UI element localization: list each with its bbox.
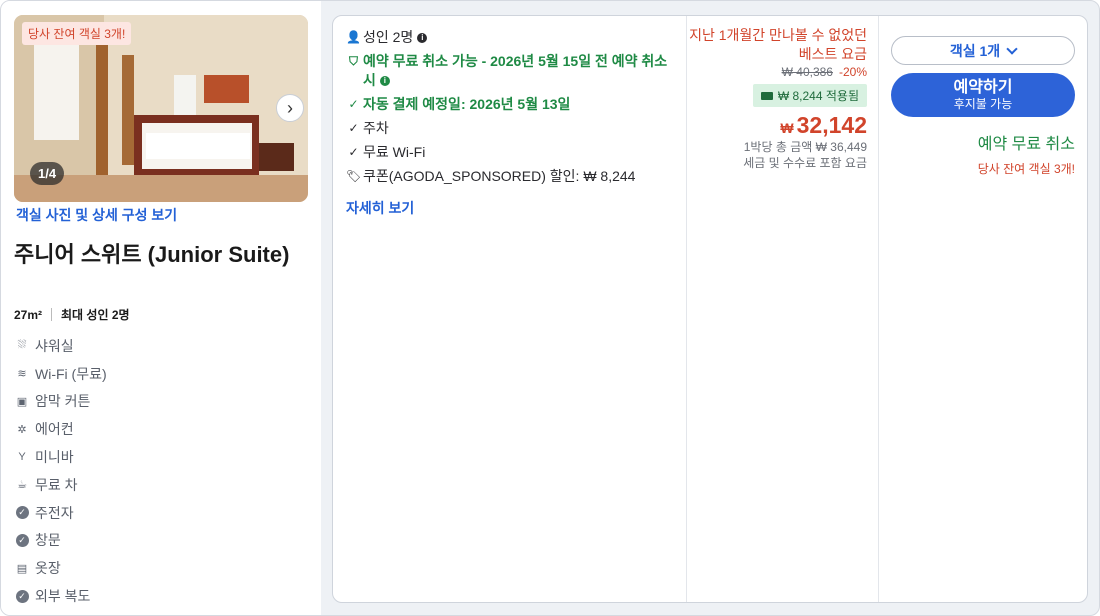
book-button-label: 예약하기 (953, 79, 1013, 96)
coupon-row: 🏷 쿠폰(AGODA_SPONSORED) 할인: ₩ 8,244 (346, 167, 676, 186)
amenity-item: ▤ 옷장 (15, 554, 107, 582)
original-price: ₩ 40,386 (781, 65, 833, 79)
auto-payment-text: 자동 결제 예정일: 2026년 5월 13일 (363, 96, 571, 112)
parking-row: ✓ 주차 (346, 119, 676, 138)
amenity-label: 창문 (35, 532, 61, 549)
amenity-item: ⛆ 샤워실 (15, 332, 107, 360)
amenity-item: ✲ 에어컨 (15, 415, 107, 443)
amenity-label: 무료 차 (35, 476, 78, 493)
column-divider (686, 16, 687, 602)
free-cancel-text: 예약 무료 취소 가능 - 2026년 5월 15일 전 예약 취소 시 (363, 53, 668, 88)
price-currency: ₩ (780, 120, 794, 136)
check-circle-icon: ✓ (15, 506, 29, 520)
check-icon: ✓ (348, 121, 359, 135)
wardrobe-icon: ▤ (16, 562, 28, 575)
air-conditioner-icon: ✲ (17, 423, 27, 436)
amenity-label: 외부 복도 (35, 588, 91, 605)
amenity-item: ▣ 암막 커튼 (15, 388, 107, 416)
room-info-panel: 당사 잔여 객실 3개! › 1/4 객실 사진 및 상세 구성 보기 주니어 … (1, 1, 321, 615)
amenity-item: ✓ 창문 (15, 527, 107, 555)
amenity-label: 암막 커튼 (35, 393, 91, 410)
check-circle-icon: ✓ (15, 533, 29, 547)
wifi-icon: ≋ (17, 368, 27, 381)
offer-card: 👤 성인 2명 i ⛉ 예약 무료 취소 가능 - 2026년 5월 15일 전 … (332, 15, 1088, 603)
more-details-link[interactable]: 자세히 보기 (346, 198, 414, 218)
wifi-row: ✓ 무료 Wi-Fi (346, 143, 676, 162)
check-icon: ✓ (348, 145, 359, 159)
rooms-left-label: 당사 잔여 객실 3개! (977, 162, 1075, 176)
amenity-list: ⛆ 샤워실 ≋ Wi-Fi (무료) ▣ 암막 커튼 ✲ 에어컨 Y 미니바 ☕ 무료 차 … (15, 332, 107, 610)
coupon-text: 쿠폰(AGODA_SPONSORED) 할인: ₩ 8,244 (363, 168, 636, 184)
amenity-label: 미니바 (35, 449, 74, 466)
tea-icon: ☕ (17, 479, 27, 492)
curtain-icon: ▣ (16, 395, 28, 408)
photo-rooms-left-badge: 당사 잔여 객실 3개! (22, 22, 132, 45)
offer-benefits: 👤 성인 2명 i ⛉ 예약 무료 취소 가능 - 2026년 5월 15일 전 … (346, 28, 676, 218)
price-tax-line: 세금 및 수수료 포함 요금 (743, 156, 867, 170)
guests-label: 성인 2명 (363, 29, 414, 45)
amenity-item: ≋ Wi-Fi (무료) (15, 360, 107, 388)
room-size: 27m² (14, 307, 43, 322)
chevron-down-icon (1006, 42, 1018, 55)
best-price-note: 지난 1개월간 만나볼 수 없었던 베스트 요금 (689, 27, 867, 62)
amenity-label: 샤워실 (35, 337, 74, 354)
guests-row: 👤 성인 2명 i (346, 28, 676, 47)
book-button[interactable]: 예약하기 후지불 가능 (891, 73, 1075, 117)
room-count-select[interactable]: 객실 1개 (891, 36, 1075, 65)
discount-percent: -20% (838, 65, 867, 79)
amenity-label: 에어컨 (35, 421, 74, 438)
amenity-item: ✓ 주전자 (15, 499, 107, 527)
wifi-text: 무료 Wi-Fi (363, 144, 426, 160)
price-column: 지난 1개월간 만나볼 수 없었던 베스트 요금 ₩ 40,386 -20% ₩ … (689, 26, 867, 171)
meta-divider (51, 308, 53, 321)
check-icon: ✓ (348, 97, 359, 111)
coupon-applied-text: ₩ 8,244 적용됨 (777, 89, 859, 103)
price-total-line: 1박당 총 금액 ₩ 36,449 (743, 140, 867, 154)
ticket-icon (760, 91, 773, 100)
auto-payment-row: ✓ 자동 결제 예정일: 2026년 5월 13일 (346, 95, 676, 114)
original-price-row: ₩ 40,386 -20% (689, 65, 867, 79)
person-icon: 👤 (346, 30, 361, 44)
room-offer-container: 당사 잔여 객실 3개! › 1/4 객실 사진 및 상세 구성 보기 주니어 … (0, 0, 1100, 616)
tag-icon: 🏷 (345, 169, 362, 183)
amenity-item: ☕ 무료 차 (15, 471, 107, 499)
coupon-applied-badge: ₩ 8,244 적용됨 (752, 84, 867, 107)
room-max-guests: 최대 성인 2명 (61, 308, 130, 322)
amenity-label: 옷장 (35, 560, 61, 577)
amenity-label: Wi-Fi (무료) (35, 365, 107, 382)
amenity-label: 주전자 (35, 504, 74, 521)
parking-text: 주차 (363, 120, 389, 136)
chevron-right-icon: › (287, 97, 293, 118)
book-button-sublabel: 후지불 가능 (953, 97, 1013, 111)
action-column: 객실 1개 예약하기 후지불 가능 예약 무료 취소 당사 잔여 객실 3개! (891, 36, 1075, 177)
room-photos-link[interactable]: 객실 사진 및 상세 구성 보기 (16, 205, 177, 225)
amenity-item: ✓ 외부 복도 (15, 582, 107, 610)
shower-icon: ⛆ (17, 339, 27, 352)
free-cancel-label: 예약 무료 취소 (977, 136, 1075, 153)
photo-next-button[interactable]: › (276, 94, 304, 122)
info-icon[interactable]: i (379, 76, 390, 87)
free-cancel-row: ⛉ 예약 무료 취소 가능 - 2026년 5월 15일 전 예약 취소 시i (346, 52, 676, 90)
shield-check-icon: ⛉ (348, 54, 358, 68)
room-count-label: 객실 1개 (949, 42, 1001, 59)
room-title: 주니어 스위트 (Junior Suite) (14, 242, 290, 267)
info-icon[interactable]: i (417, 33, 428, 44)
price-amount: 32,142 (796, 112, 867, 138)
room-photo[interactable]: 당사 잔여 객실 3개! › 1/4 (14, 15, 308, 202)
photo-counter: 1/4 (30, 162, 65, 185)
check-circle-icon: ✓ (15, 589, 29, 603)
final-price: ₩32,142 (689, 112, 867, 139)
room-meta: 27m² 최대 성인 2명 (14, 306, 130, 323)
amenity-item: Y 미니바 (15, 443, 107, 471)
column-divider (878, 16, 879, 602)
minibar-icon: Y (18, 451, 26, 464)
